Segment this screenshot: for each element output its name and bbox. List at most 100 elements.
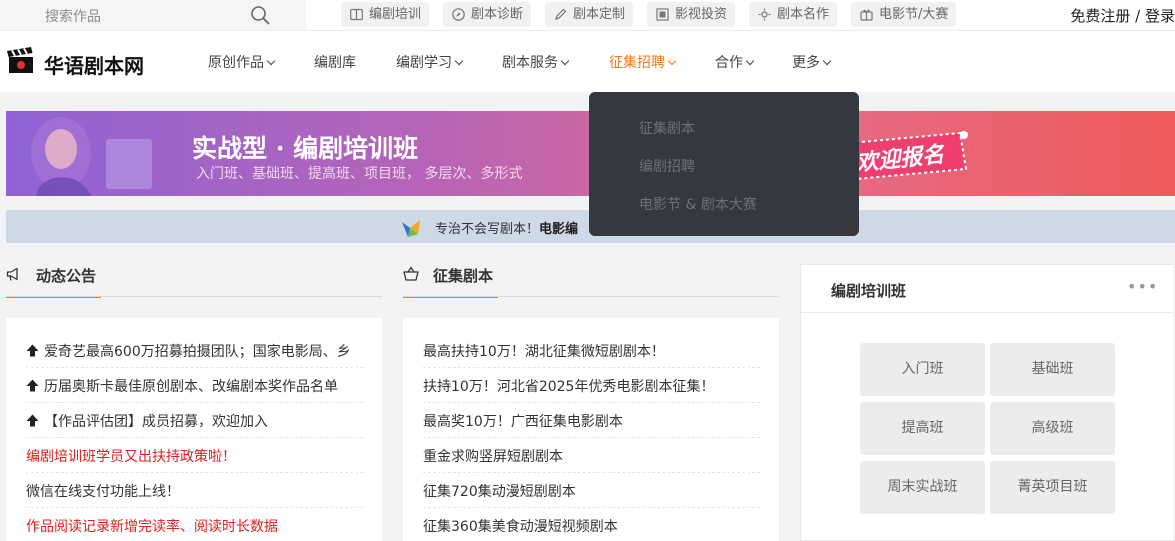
class-button-senior[interactable]: 高级班 [990,402,1115,455]
list-item-text: 扶持10万！河北省2025年优秀电影剧本征集！ [423,379,715,395]
quick-link-label: 剧本名作 [777,7,830,22]
recruitment-dropdown-menu: 征集剧本 编剧招聘 电影节 & 剧本大赛 [589,92,859,236]
panel-divider [801,312,1175,313]
sun-icon [758,8,771,21]
class-button-weekend[interactable]: 周末实战班 [860,461,985,514]
section-divider [403,296,779,297]
row-divider [423,367,760,368]
list-item[interactable]: 微信在线支付功能上线！ [26,481,366,501]
pin-arrow-icon [26,414,39,427]
quick-link-training[interactable]: 编剧培训 [341,2,430,27]
list-item[interactable]: 历届奥斯卡最佳原创剧本、改编剧本奖作品名单 [26,376,366,396]
megaphone-icon [6,267,18,281]
notice-text: 专治不会写剧本！电影编 [435,218,578,237]
list-item-text: 【作品评估团】成员招募，欢迎加入 [44,414,268,430]
row-divider [26,437,363,438]
row-divider [26,507,363,508]
list-item-text: 编剧培训班学员又出扶持政策啦！ [26,449,236,465]
class-button-elite[interactable]: 菁英项目班 [990,461,1115,514]
search-input[interactable]: 搜索作品 [0,0,306,30]
chevron-down-icon [667,56,677,66]
quick-link-festivals[interactable]: 电影节/大赛 [851,2,957,27]
list-item-text: 最高奖10万！广西征集电影剧本 [423,414,623,430]
list-item[interactable]: 征集720集动漫短剧剧本 [423,481,763,501]
list-item[interactable]: 编剧培训班学员又出扶持政策啦！ [26,446,366,466]
row-divider [423,472,760,473]
banner-title: 实战型 · 编剧培训班 [192,134,419,163]
pen-icon [555,8,567,20]
nav-services[interactable]: 剧本服务 [502,52,570,72]
nav-writers[interactable]: 编剧库 [314,52,356,72]
quick-link-label: 剧本定制 [573,7,626,22]
list-item[interactable]: 扶持10万！河北省2025年优秀电影剧本征集！ [423,376,763,396]
nav-label: 编剧库 [314,55,356,71]
basket-icon [403,266,419,281]
nav-recruitment[interactable]: 征集招聘 [609,52,677,72]
quick-link-masterpieces[interactable]: 剧本名作 [749,2,838,27]
nav-label: 更多 [792,55,820,71]
dropdown-item-festivals-contests[interactable]: 电影节 & 剧本大赛 [639,194,757,214]
top-utility-bar: 搜索作品 编剧培训 剧本诊断 剧本定制 影视投资 剧本名作 电影节/大赛 免费注… [0,0,1175,31]
nav-label: 原创作品 [208,55,264,71]
training-title: 编剧培训班 [831,282,907,300]
register-login-link[interactable]: 免费注册 / 登录 [1070,5,1175,26]
compass-icon [452,8,465,21]
list-item-text: 作品阅读记录新增完读率、阅读时长数据 [26,519,278,535]
nav-label: 征集招聘 [609,55,665,71]
dropdown-item-script-collection[interactable]: 征集剧本 [639,118,695,138]
notice-text-main: 专治不会写剧本！ [435,222,540,237]
class-button-intro[interactable]: 入门班 [860,343,985,396]
quick-link-custom[interactable]: 剧本定制 [545,2,634,27]
book-icon [350,8,363,21]
search-placeholder: 搜索作品 [45,9,101,25]
clapperboard-icon [7,47,33,73]
announcements-panel: 爱奇艺最高600万招募拍摄团队；国家电影局、乡 历届奥斯卡最佳原创剧本、改编剧本… [6,318,382,541]
gift-icon [860,9,873,21]
list-item[interactable]: 【作品评估团】成员招募，欢迎加入 [26,411,366,431]
colorful-hand-icon [402,220,420,237]
list-item[interactable]: 重金求购竖屏短剧剧本 [423,446,763,466]
quick-link-label: 电影节/大赛 [879,7,949,22]
chevron-down-icon [745,56,755,66]
nav-label: 剧本服务 [502,55,558,71]
list-item[interactable]: 爱奇艺最高600万招募拍摄团队；国家电影局、乡 [26,341,366,361]
more-options-icon[interactable]: ••• [1127,277,1158,296]
chevron-down-icon [560,56,570,66]
nav-more[interactable]: 更多 [792,52,832,72]
list-item-text: 微信在线支付功能上线！ [26,484,180,500]
nav-original-works[interactable]: 原创作品 [208,52,276,72]
chevron-down-icon [266,56,276,66]
list-item-text: 爱奇艺最高600万招募拍摄团队；国家电影局、乡 [44,344,351,360]
class-button-advanced[interactable]: 提高班 [860,402,985,455]
scripts-panel: 最高扶持10万！湖北征集微短剧剧本！ 扶持10万！河北省2025年优秀电影剧本征… [403,318,779,541]
list-item-text: 征集720集动漫短剧剧本 [423,484,576,500]
film-icon [656,8,669,21]
quick-link-label: 剧本诊断 [471,7,524,22]
list-item[interactable]: 作品阅读记录新增完读率、阅读时长数据 [26,516,366,536]
pin-arrow-icon [26,379,39,392]
list-item-text: 历届奥斯卡最佳原创剧本、改编剧本奖作品名单 [44,379,338,395]
quick-link-investment[interactable]: 影视投资 [647,2,736,27]
nav-cooperation[interactable]: 合作 [715,52,755,72]
scripts-header: 征集剧本 [403,264,498,298]
announcements-title: 动态公告 [36,267,97,285]
list-item[interactable]: 最高扶持10万！湖北征集微短剧剧本！ [423,341,763,361]
site-logo[interactable]: 华语剧本网 [7,45,144,79]
notice-text-bold: 电影编 [539,222,579,237]
nav-learning[interactable]: 编剧学习 [396,52,464,72]
list-item[interactable]: 征集360集美食动漫短视频剧本 [423,516,763,536]
section-divider [6,296,382,297]
list-item-text: 最高扶持10万！湖北征集微短剧剧本！ [423,344,665,360]
class-button-basic[interactable]: 基础班 [990,343,1115,396]
row-divider [26,402,363,403]
search-icon[interactable] [250,5,270,25]
announcements-header: 动态公告 [6,264,101,298]
row-divider [423,437,760,438]
list-item-text: 征集360集美食动漫短视频剧本 [423,519,618,535]
list-item[interactable]: 最高奖10万！广西征集电影剧本 [423,411,763,431]
training-classes-panel: 编剧培训班 ••• 入门班 基础班 提高班 高级班 周末实战班 菁英项目班 [800,264,1175,541]
quick-link-diagnosis[interactable]: 剧本诊断 [443,2,532,27]
dropdown-item-writer-recruitment[interactable]: 编剧招聘 [639,156,695,176]
chevron-down-icon [822,56,832,66]
pin-arrow-icon [26,344,39,357]
